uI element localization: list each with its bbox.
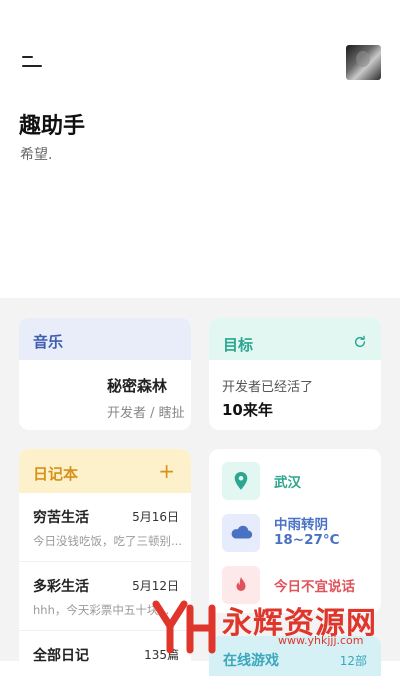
diary-item[interactable]: 穷苦生活 5月16日 今日没钱吃饭，吃了三顿别... (19, 493, 191, 562)
avatar[interactable] (346, 45, 381, 80)
goal-card[interactable]: 目标 开发者已经活了 10来年 (209, 318, 381, 430)
goal-value: 10来年 (222, 401, 273, 419)
song-artist: 开发者 / 瞎扯 (107, 406, 185, 421)
diary-item-title: 全部日记 (33, 648, 89, 664)
header: 趣助手 希望. (0, 0, 400, 298)
weather-row[interactable]: 中雨转阴 18~27°C (209, 510, 381, 554)
add-diary-icon[interactable]: + (158, 461, 175, 481)
location-pin-icon (222, 462, 260, 500)
diary-card-title: 日记本 (33, 465, 79, 483)
refresh-icon[interactable] (353, 335, 367, 349)
app-title: 趣助手 (19, 114, 86, 139)
diary-item-date: 5月12日 (132, 579, 179, 593)
weather-temperature: 18~27°C (274, 532, 340, 548)
diary-item-title: 多彩生活 (33, 579, 89, 595)
diary-item-preview: 今日没钱吃饭，吃了三顿别... (33, 534, 182, 548)
diary-item-date: 5月16日 (132, 510, 179, 524)
music-card-title: 音乐 (33, 333, 64, 351)
diary-item-title: 穷苦生活 (33, 510, 89, 526)
weather-condition: 中雨转阴 (274, 517, 328, 533)
goal-card-title: 目标 (223, 336, 254, 354)
goal-text: 开发者已经活了 (222, 380, 314, 395)
diary-card-header: 日记本 + (19, 449, 191, 493)
watermark-logo-icon (152, 600, 216, 654)
app-subtitle: 希望. (20, 147, 53, 163)
song-title: 秘密森林 (107, 377, 168, 395)
music-card-header: 音乐 (19, 318, 191, 360)
menu-icon[interactable] (22, 56, 42, 70)
warning-text: 今日不宜说话 (274, 579, 355, 595)
location-row[interactable]: 武汉 (209, 458, 381, 502)
online-games-title: 在线游戏 (223, 653, 279, 669)
info-card: 武汉 中雨转阴 18~27°C 今日不宜说话 (209, 449, 381, 613)
location-text: 武汉 (274, 475, 301, 491)
cloud-icon (222, 514, 260, 552)
watermark-url: www.yhkjjj.com (278, 634, 364, 647)
goal-card-header: 目标 (209, 318, 381, 360)
music-card[interactable]: 音乐 秘密森林 开发者 / 瞎扯 (19, 318, 191, 430)
